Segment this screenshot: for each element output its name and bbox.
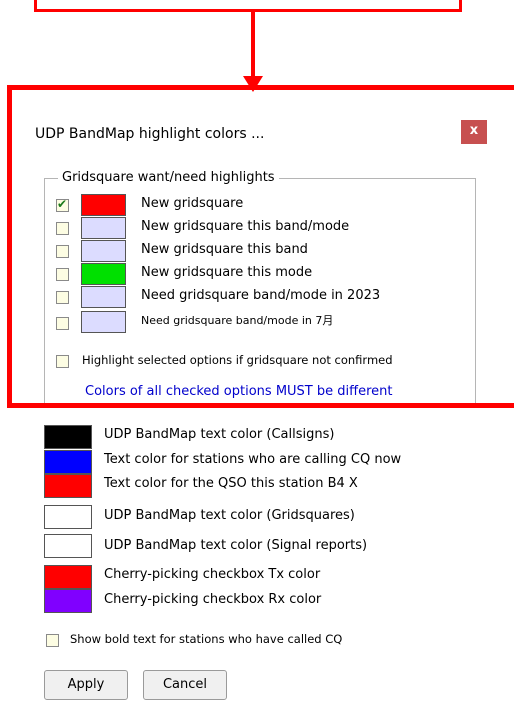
calling-cq-color-label: Text color for stations who are calling … (104, 452, 402, 467)
tx-color-swatch[interactable] (44, 565, 92, 589)
bold-cq-checkbox[interactable] (46, 634, 59, 647)
annotation-highlight-frame (7, 85, 514, 408)
signal-reports-color-swatch[interactable] (44, 534, 92, 558)
rx-color-label: Cherry-picking checkbox Rx color (104, 592, 322, 607)
annotation-top-box (34, 0, 462, 12)
annotation-arrow-line (251, 12, 255, 78)
tx-color-label: Cherry-picking checkbox Tx color (104, 567, 321, 582)
apply-button[interactable]: Apply (44, 670, 128, 700)
qso-b4-color-label: Text color for the QSO this station B4 X (104, 476, 358, 491)
gridsquares-color-swatch[interactable] (44, 505, 92, 529)
signal-reports-color-label: UDP BandMap text color (Signal reports) (104, 538, 368, 553)
rx-color-swatch[interactable] (44, 589, 92, 613)
calling-cq-color-swatch[interactable] (44, 450, 92, 474)
gridsquares-color-label: UDP BandMap text color (Gridsquares) (104, 508, 355, 523)
callsigns-color-label: UDP BandMap text color (Callsigns) (104, 427, 335, 442)
cancel-button[interactable]: Cancel (143, 670, 227, 700)
bold-cq-label: Show bold text for stations who have cal… (70, 632, 343, 646)
callsigns-color-swatch[interactable] (44, 425, 92, 449)
qso-b4-color-swatch[interactable] (44, 474, 92, 498)
